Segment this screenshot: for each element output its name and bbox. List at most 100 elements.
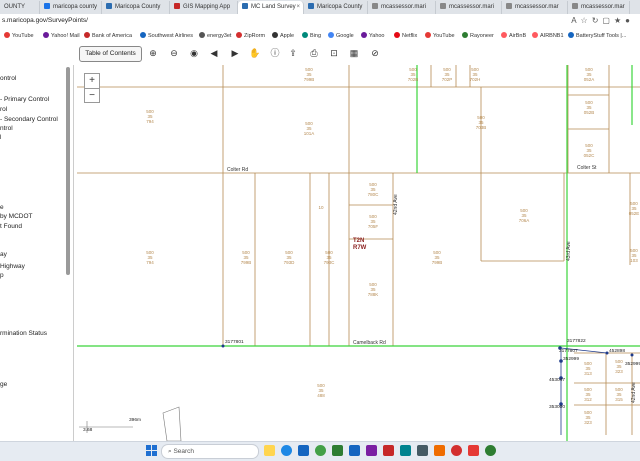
ave-mid-label: 43rd Ave (566, 241, 572, 261)
powerpoint-icon[interactable] (383, 445, 394, 456)
favorite-yahoo[interactable]: Yahoo (361, 32, 385, 39)
svg-text:50035793C: 500 35 793C (324, 250, 336, 265)
legend-item: ge (0, 381, 8, 388)
favorite-netflix[interactable]: Netflix (394, 32, 417, 39)
teams-icon[interactable] (400, 445, 411, 456)
favorite-bank-of-america[interactable]: Bank of America (84, 32, 132, 39)
youtube-icon (4, 32, 10, 38)
svg-text:50035103: 500 35 103 (630, 248, 638, 263)
browser-tab-active[interactable]: MC Land Survey × (238, 1, 304, 14)
legend-item: - Primary Control (0, 96, 50, 103)
legend-item: e (0, 204, 4, 211)
survey-point-label: 352999 (563, 356, 579, 362)
word-icon[interactable] (349, 445, 360, 456)
file-explorer-icon[interactable] (264, 445, 275, 456)
settings-icon[interactable] (417, 445, 428, 456)
read-aloud-icon[interactable]: A (571, 16, 580, 25)
favorite-apple[interactable]: Apple (272, 32, 294, 39)
sidebar-scrollbar[interactable] (66, 67, 70, 275)
survey-point[interactable] (630, 353, 634, 357)
browser-tab[interactable]: OUNTY (0, 1, 40, 14)
favorite-youtube[interactable]: YouTube (4, 32, 34, 39)
favorite-google[interactable]: Google (328, 32, 354, 39)
favorite-yahoo-mail[interactable]: Yahoo! Mail (43, 32, 80, 39)
clear-icon[interactable]: ⊘ (369, 47, 381, 59)
site-icon (106, 3, 112, 9)
taskbar-search[interactable]: ⌕ Search (161, 444, 259, 459)
app-icon[interactable] (468, 445, 479, 456)
legend-item: p (0, 272, 4, 279)
browser-tab[interactable]: mcassessor.mari (436, 1, 502, 14)
mail-icon[interactable] (298, 445, 309, 456)
collections-icon[interactable]: ▢ (602, 16, 614, 25)
browser-tab[interactable]: mcassessor.mari (368, 1, 436, 14)
map-view[interactable]: 500 35 799B 500 35 702B 500 35 702P 500 35 702H … (77, 65, 640, 441)
measure-icon[interactable]: ⊡ (328, 47, 340, 59)
globe-icon[interactable]: ◉ (188, 47, 200, 59)
select-icon[interactable]: ▦ (348, 47, 360, 59)
browser-tab[interactable]: Maricopa County (102, 1, 170, 14)
zoom-out-icon[interactable]: ⊖ (168, 47, 180, 59)
app-icon[interactable] (485, 445, 496, 456)
favorite-ziprorm[interactable]: ZipRorm (236, 32, 265, 39)
favorites-icon[interactable]: ★ (614, 16, 625, 25)
zoom-in-icon[interactable]: ⊕ (147, 47, 159, 59)
back-arrow-icon[interactable]: ◀ (208, 47, 220, 59)
favorite-star-icon[interactable]: ☆ (581, 16, 592, 25)
legend-item: l (0, 134, 2, 141)
legend-item: rol (0, 106, 8, 113)
svg-text:50035312: 500 35 312 (584, 387, 592, 402)
youtube-icon (425, 32, 431, 38)
favorite-airbnb[interactable]: AirBnB (501, 32, 526, 39)
favorite-energy[interactable]: energy3et (199, 32, 231, 39)
refresh-icon[interactable]: ↻ (592, 16, 603, 25)
windows-start-icon[interactable] (146, 445, 157, 456)
browser-tab[interactable]: mcassessor.mar (502, 1, 568, 14)
edge-icon[interactable] (281, 445, 292, 456)
svg-text:50035794: 500 35 794 (146, 250, 154, 265)
search-icon: ⌕ (168, 448, 172, 455)
favorite-airbnb1[interactable]: AIRBNB1 (532, 32, 564, 39)
svg-text:50035052A: 500 35 052A (584, 67, 595, 82)
print-icon[interactable]: ⎙ (308, 47, 320, 59)
airline-icon (140, 32, 146, 38)
table-of-contents-button[interactable]: Table of Contents (79, 46, 142, 62)
site-icon (174, 3, 180, 9)
zoom-out-button[interactable]: − (85, 89, 99, 103)
parcel-map[interactable]: 500 35 799B 500 35 702B 500 35 702P 500 35 702H … (77, 65, 640, 441)
store-icon[interactable] (366, 445, 377, 456)
browser-tab-strip: OUNTY maricopa county Maricopa County GI… (0, 0, 640, 14)
svg-text:50035788K: 500 35 788K (368, 282, 379, 297)
legend-item: ontrol (0, 75, 17, 82)
favorite-bing[interactable]: Bing (302, 32, 321, 39)
favorite-southwest[interactable]: Southwest Airlines (140, 32, 193, 39)
pan-hand-icon[interactable]: ✋ (249, 47, 261, 59)
airbnb-icon (501, 32, 507, 38)
favorite-batterystuff[interactable]: BatteryStuff Tools |... (568, 32, 626, 39)
close-tab-icon[interactable]: × (296, 1, 300, 14)
chrome-icon[interactable] (315, 445, 326, 456)
browser-tab[interactable]: maricopa county (40, 1, 102, 14)
browser-tab[interactable]: GIS Mapping App (170, 1, 238, 14)
excel-icon[interactable] (332, 445, 343, 456)
url-text[interactable]: s.maricopa.gov/SurveyPoints/ (2, 17, 88, 24)
browser-tab[interactable]: mcassessor.mar (568, 1, 630, 14)
favorite-youtube-2[interactable]: YouTube (425, 32, 455, 39)
legend-item: t Found (0, 223, 23, 230)
zoom-in-button[interactable]: + (85, 74, 99, 89)
svg-text:50035702P: 500 35 702P (442, 67, 453, 82)
forward-arrow-icon[interactable]: ▶ (229, 47, 241, 59)
app-icon[interactable] (451, 445, 462, 456)
profile-icon[interactable]: ● (625, 16, 634, 25)
colter-rd-label: Colter Rd (227, 167, 248, 173)
battery-icon (568, 32, 574, 38)
favorite-rayoneer[interactable]: Rayoneer (462, 32, 494, 39)
range-label: R7W (353, 245, 367, 251)
app-icon[interactable] (434, 445, 445, 456)
browser-tab[interactable]: Maricopa County (304, 1, 368, 14)
export-icon[interactable]: ⇪ (287, 47, 299, 59)
address-bar-icons[interactable]: A☆↻▢★● (571, 16, 634, 25)
address-bar[interactable]: s.maricopa.gov/SurveyPoints/ A☆↻▢★● (0, 14, 640, 30)
info-icon[interactable]: ⓘ (269, 47, 281, 59)
lot-number-label: 10 (318, 205, 324, 210)
